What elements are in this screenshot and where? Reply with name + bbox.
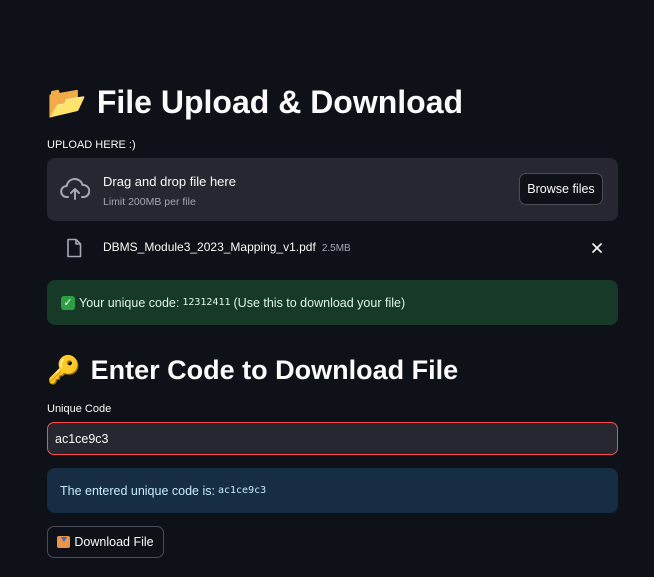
- uploaded-file-name: DBMS_Module3_2023_Mapping_v1.pdf 2.5MB: [103, 240, 351, 254]
- info-alert: The entered unique code is: ac1ce9c3: [47, 468, 618, 513]
- inbox-tray-icon: [57, 536, 71, 548]
- download-button-label: Download File: [74, 535, 154, 549]
- browse-files-button[interactable]: Browse files: [519, 173, 603, 205]
- success-alert: ✓ Your unique code: 12312411 (Use this t…: [47, 280, 618, 325]
- upload-heading: 📂 File Upload & Download: [47, 80, 463, 124]
- download-heading-text: Enter Code to Download File: [90, 354, 459, 385]
- close-icon[interactable]: [589, 240, 605, 256]
- success-code: 12312411: [182, 297, 231, 308]
- unique-code-label: Unique Code: [47, 403, 112, 415]
- open-folder-icon: 📂: [47, 84, 87, 120]
- info-prefix: The entered unique code is:: [60, 483, 215, 498]
- file-dropzone[interactable]: Drag and drop file here Limit 200MB per …: [47, 158, 618, 221]
- file-size: 2.5MB: [321, 243, 351, 254]
- upload-heading-text: File Upload & Download: [96, 83, 464, 120]
- dropzone-title: Drag and drop file here: [103, 174, 236, 189]
- unique-code-input[interactable]: [47, 422, 618, 455]
- success-prefix: Your unique code:: [79, 295, 180, 310]
- success-suffix: (Use this to download your file): [233, 295, 406, 310]
- download-file-button[interactable]: Download File: [47, 526, 164, 558]
- info-code: ac1ce9c3: [217, 485, 267, 496]
- app-page: 📂 File Upload & Download UPLOAD HERE :) …: [0, 0, 654, 577]
- dropzone-limit: Limit 200MB per file: [103, 196, 196, 208]
- uploaded-file-row: DBMS_Module3_2023_Mapping_v1.pdf 2.5MB: [47, 232, 618, 264]
- file-name-text: DBMS_Module3_2023_Mapping_v1.pdf: [103, 240, 316, 254]
- file-icon: [67, 238, 82, 258]
- cloud-upload-icon: [60, 177, 90, 200]
- check-mark-icon: ✓: [61, 295, 75, 310]
- key-icon: 🔑: [47, 355, 81, 385]
- download-heading: 🔑 Enter Code to Download File: [47, 348, 458, 392]
- upload-label: UPLOAD HERE :): [47, 139, 136, 151]
